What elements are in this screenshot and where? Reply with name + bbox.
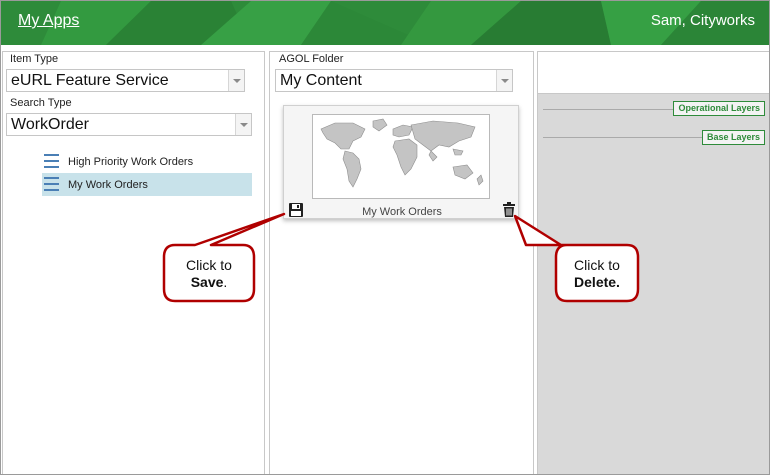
delete-callout-line1: Click to <box>574 257 620 273</box>
list-icon <box>44 177 59 191</box>
list-item-label: High Priority Work Orders <box>68 156 194 168</box>
save-callout-emphasis: Save <box>190 274 224 290</box>
divider <box>543 109 678 110</box>
save-callout-line1: Click to <box>186 257 232 273</box>
world-map-thumbnail[interactable] <box>312 114 490 199</box>
page: My Apps Sam, Cityworks Item Type eURL Fe… <box>0 0 770 475</box>
user-name[interactable]: Sam, Cityworks <box>651 12 755 29</box>
item-type-select[interactable]: eURL Feature Service <box>6 69 245 92</box>
trash-icon <box>503 202 515 217</box>
agol-folder-select[interactable]: My Content <box>275 69 513 92</box>
app-header: My Apps Sam, Cityworks <box>1 1 769 45</box>
chevron-down-icon[interactable] <box>235 114 251 135</box>
chevron-down-icon[interactable] <box>496 70 512 91</box>
save-callout-line2: Save. <box>166 274 252 291</box>
delete-callout: Click to Delete. <box>558 257 636 291</box>
delete-button[interactable] <box>502 202 516 218</box>
world-map-icon <box>320 118 484 188</box>
delete-callout-line2: Delete. <box>558 274 636 291</box>
list-item-my-work-orders[interactable]: My Work Orders <box>42 173 252 196</box>
search-type-value: WorkOrder <box>11 116 89 133</box>
list-item-label: My Work Orders <box>68 179 148 191</box>
base-layers-button[interactable]: Base Layers <box>701 130 765 145</box>
chevron-down-icon[interactable] <box>228 70 244 91</box>
list-icon <box>44 154 59 168</box>
map-card[interactable]: My Work Orders <box>283 105 519 219</box>
search-type-label: Search Type <box>10 97 72 109</box>
save-callout-suffix: . <box>223 274 228 290</box>
divider <box>543 137 705 138</box>
agol-folder-value: My Content <box>280 72 362 89</box>
agol-folder-label: AGOL Folder <box>279 53 344 65</box>
search-type-select[interactable]: WorkOrder <box>6 113 252 136</box>
item-type-value: eURL Feature Service <box>11 72 169 89</box>
list-item-high-priority[interactable]: High Priority Work Orders <box>42 150 252 173</box>
save-callout: Click to Save. <box>166 257 252 291</box>
card-title: My Work Orders <box>362 206 442 218</box>
operational-layers-button[interactable]: Operational Layers <box>673 101 765 116</box>
my-apps-link[interactable]: My Apps <box>18 12 79 30</box>
delete-callout-emphasis: Delete. <box>574 274 620 290</box>
layers-header <box>538 52 769 94</box>
item-type-label: Item Type <box>10 53 59 65</box>
